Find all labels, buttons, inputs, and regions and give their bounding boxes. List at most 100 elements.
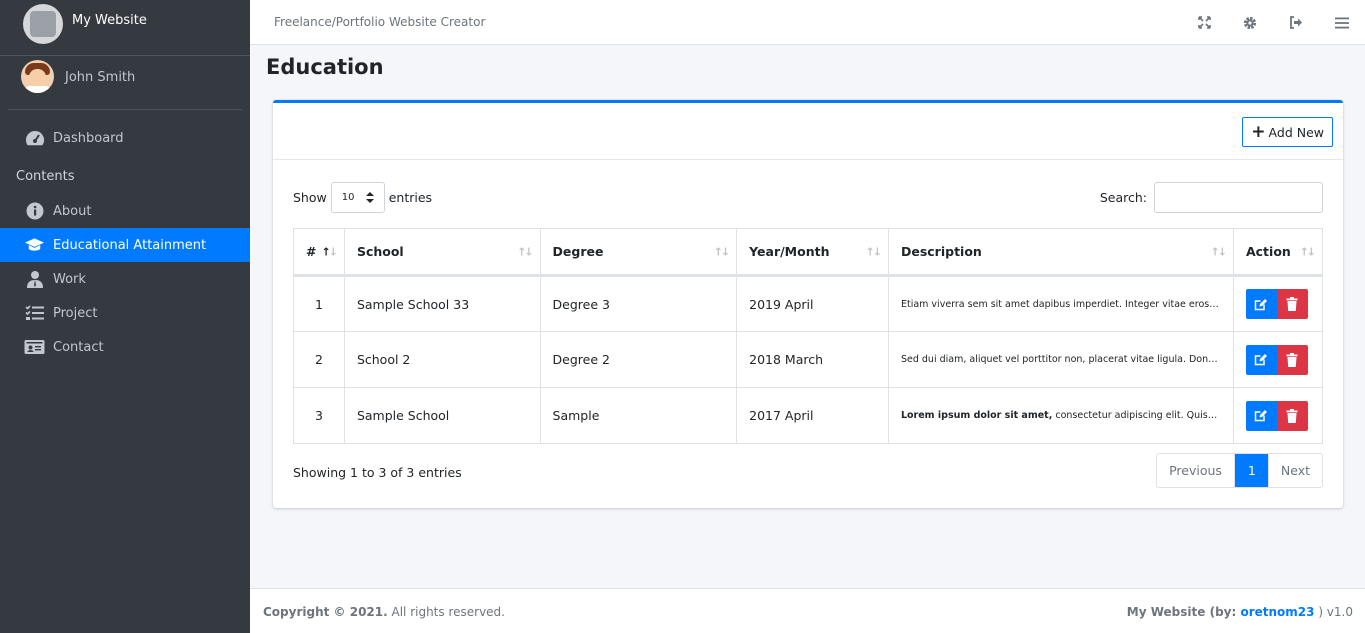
topbar-icons (1181, 0, 1365, 45)
edit-button[interactable] (1245, 344, 1277, 375)
cell-year: 2019 April (736, 275, 889, 332)
topbar-title: Freelance/Portfolio Website Creator (274, 15, 486, 29)
id-card-icon (24, 338, 45, 356)
sort-icon: ↑↓ (865, 245, 883, 258)
add-new-button[interactable]: + Add New (1242, 117, 1333, 147)
table-row: 1 Sample School 33 Degree 3 2019 April E… (293, 275, 1324, 332)
table-header-row: # ↑↓ School ↑↓ Degree ↑↓ Year/Month ↑↓ D… (293, 228, 1324, 277)
cell-year: 2018 March (736, 331, 889, 388)
sidebar-header: Contents (16, 168, 75, 184)
description-bold: Lorem ipsum dolor sit amet, (900, 410, 1053, 421)
column-header-label: Action (1245, 244, 1291, 259)
cell-year: 2017 April (736, 387, 889, 444)
description-text: consectetur adipiscing elit. Quisque... (1052, 410, 1234, 421)
entries-label: entries (388, 190, 433, 205)
brand-logo (23, 3, 63, 44)
menu-icon[interactable] (1319, 0, 1365, 45)
add-new-label: Add New (1268, 124, 1324, 140)
cell-num: 1 (293, 275, 345, 332)
sidebar: My Website John Smith Dashboard Contents… (0, 0, 250, 633)
column-header-label: # (306, 244, 317, 259)
cell-degree: Degree 2 (539, 331, 738, 388)
column-header-num[interactable]: # ↑↓ (293, 228, 345, 277)
sidebar-item-label: Contact (53, 339, 104, 355)
cell-description: Sed dui diam, aliquet vel porttitor non,… (887, 331, 1234, 388)
education-card: + Add New Show 10 entries Search: # ↑↓ S… (273, 100, 1343, 508)
show-label: Show (293, 190, 327, 205)
avatar (21, 60, 54, 93)
footer: Copyright © 2021. All rights reserved. M… (250, 588, 1365, 633)
user-tie-icon (24, 270, 45, 288)
search-input[interactable] (1154, 182, 1323, 213)
delete-button[interactable] (1276, 289, 1308, 319)
cell-description: Lorem ipsum dolor sit amet, consectetur … (887, 387, 1234, 444)
cell-action (1232, 387, 1324, 444)
cell-degree: Sample (539, 387, 738, 444)
column-header-label: Description (900, 244, 982, 259)
tasks-icon (24, 304, 45, 322)
column-header-year-month[interactable]: Year/Month ↑↓ (736, 228, 889, 277)
cell-num: 2 (293, 331, 345, 388)
edit-button[interactable] (1245, 400, 1277, 431)
site-credit: My Website (by: (1126, 605, 1241, 619)
search-label: Search: (1099, 190, 1147, 205)
brand-name: My Website (72, 13, 147, 28)
sort-icon: ↑↓ (1210, 245, 1228, 258)
user-panel[interactable]: John Smith (8, 56, 242, 110)
delete-button[interactable] (1276, 400, 1308, 431)
page-1-button[interactable]: 1 (1234, 454, 1268, 487)
cell-degree: Degree 3 (539, 275, 738, 332)
column-header-label: Degree (552, 244, 604, 259)
cell-school: Sample School 33 (343, 275, 541, 332)
next-page-button[interactable]: Next (1267, 454, 1322, 487)
sidebar-item-project[interactable]: Project (0, 296, 250, 330)
trash-icon (1286, 297, 1298, 311)
column-header-school[interactable]: School ↑↓ (343, 228, 541, 277)
sidebar-item-educational-attainment[interactable]: Educational Attainment (0, 228, 250, 262)
cell-school: Sample School (343, 387, 541, 444)
page-length-control: Show 10 entries (293, 182, 432, 213)
plus-icon: + (1251, 121, 1266, 142)
edit-button[interactable] (1245, 289, 1277, 319)
trash-icon (1286, 408, 1298, 423)
column-header-label: School (356, 244, 404, 259)
sort-caret-icon (365, 192, 374, 203)
footer-credit: My Website (by: oretnom23 ) v1.0 (1127, 605, 1353, 619)
sidebar-item-contact[interactable]: Contact (0, 330, 250, 364)
sidebar-item-dashboard[interactable]: Dashboard (0, 121, 250, 155)
table-row: 3 Sample School Sample 2017 April Lorem … (293, 387, 1324, 444)
search-control: Search: (1100, 182, 1323, 213)
logout-icon[interactable] (1273, 0, 1319, 45)
author-link[interactable]: oretnom23 (1240, 605, 1314, 619)
column-header-action[interactable]: Action ↑↓ (1232, 228, 1324, 277)
sidebar-item-work[interactable]: Work (0, 262, 250, 296)
table-info: Showing 1 to 3 of 3 entries (293, 465, 462, 480)
fullscreen-icon[interactable] (1181, 0, 1227, 45)
cell-num: 3 (293, 387, 345, 444)
sidebar-item-label: Dashboard (53, 130, 124, 146)
brand-link[interactable]: My Website (0, 0, 250, 56)
card-header: + Add New (273, 103, 1343, 160)
version-text: ) v1.0 (1314, 605, 1353, 619)
education-table: # ↑↓ School ↑↓ Degree ↑↓ Year/Month ↑↓ D… (293, 228, 1324, 444)
footer-copyright: Copyright © 2021. All rights reserved. (263, 605, 505, 619)
edit-icon (1255, 298, 1268, 310)
cell-description: Etiam viverra sem sit amet dapibus imper… (887, 275, 1234, 332)
page-length-select[interactable]: 10 (330, 182, 385, 213)
gear-icon[interactable] (1227, 0, 1273, 45)
previous-page-button[interactable]: Previous (1157, 454, 1235, 487)
table-row: 2 School 2 Degree 2 2018 March Sed dui d… (293, 331, 1324, 388)
column-header-description[interactable]: Description ↑↓ (887, 228, 1234, 277)
page-length-value: 10 (341, 192, 355, 203)
sidebar-item-label: About (53, 203, 92, 219)
sidebar-item-label: Project (53, 305, 98, 321)
copyright-text: Copyright © 2021. (263, 605, 388, 619)
trash-icon (1286, 352, 1298, 367)
sidebar-item-about[interactable]: About (0, 194, 250, 228)
top-navbar: Freelance/Portfolio Website Creator (250, 0, 1365, 45)
cell-school: School 2 (343, 331, 541, 388)
description-text: Etiam viverra sem sit amet dapibus imper… (900, 298, 1233, 310)
page-title: Education (266, 55, 384, 79)
column-header-degree[interactable]: Degree ↑↓ (539, 228, 738, 277)
delete-button[interactable] (1276, 344, 1308, 375)
